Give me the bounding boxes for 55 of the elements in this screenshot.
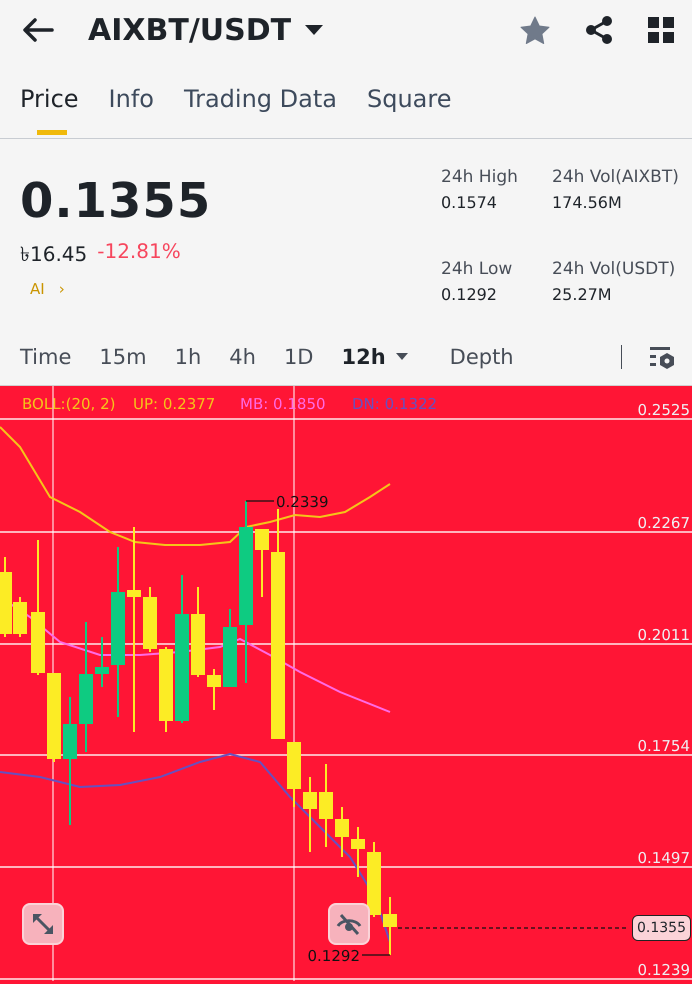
hide-button[interactable] — [328, 903, 370, 945]
interval-option[interactable]: 1D — [284, 345, 314, 369]
stat-value: 0.1292 — [441, 285, 498, 304]
candlestick — [207, 669, 221, 710]
leader-line — [246, 500, 274, 502]
pair-title[interactable]: AIXBT/USDT — [88, 12, 292, 48]
tab[interactable]: Price — [20, 85, 79, 113]
low-price-label: 0.1292 — [308, 947, 360, 965]
candlestick — [335, 807, 349, 857]
grid-icon[interactable] — [648, 17, 674, 43]
candlestick — [383, 897, 397, 955]
band-value: UP: 0.2377 — [133, 395, 216, 413]
tab[interactable]: Info — [108, 85, 154, 113]
stat-value: 174.56M — [552, 193, 623, 212]
axis-label: 0.2011 — [638, 626, 690, 644]
caret-icon — [396, 353, 408, 361]
stat-label: 24h Low — [441, 259, 514, 279]
candlestick — [143, 587, 157, 652]
tab[interactable]: Square — [366, 85, 452, 113]
interval-option[interactable]: Depth — [450, 345, 514, 369]
axis-label: 0.1497 — [638, 849, 690, 867]
price-change: -12.81% — [97, 239, 181, 265]
interval-option[interactable]: 12h — [341, 345, 408, 369]
interval-option[interactable]: 15m — [99, 345, 147, 369]
axis-label: 0.1754 — [638, 737, 690, 755]
fiat-price: ৳16.45 — [20, 241, 88, 268]
stat-label: 24h Vol(AIXBT) — [552, 167, 680, 187]
band-value: DN: 0.1322 — [352, 395, 438, 413]
interval-option[interactable]: Time — [20, 345, 72, 369]
candlestick — [287, 742, 301, 807]
candlestick — [95, 637, 109, 687]
axis-label: 0.2525 — [638, 401, 690, 419]
candlestick — [255, 529, 269, 597]
star-icon[interactable] — [520, 16, 550, 44]
chart-settings-icon[interactable] — [650, 345, 676, 369]
last-price: 0.1355 — [20, 173, 212, 229]
candlestick — [351, 827, 365, 877]
caret-icon[interactable] — [305, 24, 324, 36]
axis-label: 0.1239 — [638, 961, 690, 979]
stat-value: 0.1574 — [441, 193, 498, 212]
tab[interactable]: Trading Data — [184, 85, 337, 113]
axis-label: 0.2267 — [638, 514, 690, 532]
tab-indicator — [37, 130, 67, 135]
share-icon[interactable] — [584, 15, 614, 45]
eye-off-icon — [336, 912, 362, 936]
stat-label: 24h High — [441, 167, 519, 187]
expand-button[interactable] — [22, 903, 64, 945]
expand-icon — [31, 912, 55, 936]
back-arrow-icon[interactable] — [22, 18, 54, 42]
stat-label: 24h Vol(USDT) — [552, 259, 676, 279]
interval-option[interactable]: 1h — [174, 345, 202, 369]
interval-option[interactable]: 4h — [229, 345, 256, 369]
leader-line — [362, 954, 390, 956]
stat-value: 25.27M — [552, 285, 613, 304]
last-price-tag: 0.1355 — [632, 915, 691, 941]
